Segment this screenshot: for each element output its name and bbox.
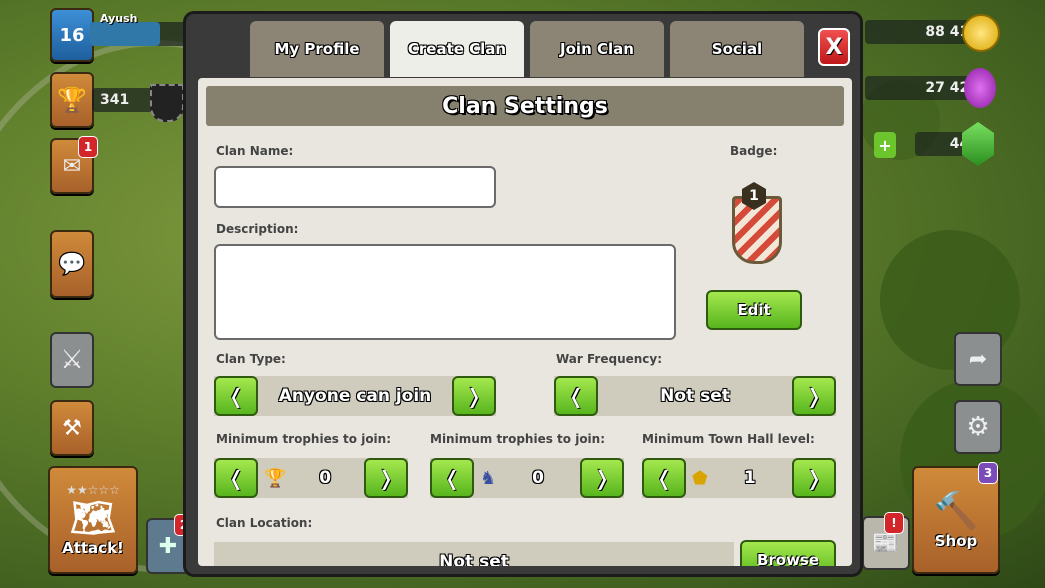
trophy-icon: 🏆 — [264, 467, 287, 489]
league-shield-icon — [150, 84, 184, 122]
builder-count-badge: 3 — [978, 462, 998, 484]
min-town-hall-selector: ❬ ⬟ 1 ❭ — [642, 458, 836, 498]
close-button[interactable]: X — [818, 28, 850, 66]
trophy-icon: 🏆 — [57, 86, 87, 114]
attack-button[interactable]: ★★☆☆☆ 🗺 Attack! — [48, 466, 138, 574]
shield-plus-icon: ✚ — [158, 533, 178, 559]
mail-icon: ✉ — [62, 153, 82, 179]
share-layout-button[interactable]: ➦ — [954, 332, 1002, 386]
player-name: Ayush — [100, 12, 138, 25]
shop-label: Shop — [934, 532, 978, 550]
min-trophies-selector: ❬ 🏆 0 ❭ — [214, 458, 408, 498]
min-trophies-value: 0 — [319, 468, 332, 488]
trophy-count: 341 — [100, 92, 130, 108]
min-bb-trophies-next-button[interactable]: ❭ — [580, 458, 624, 498]
news-icon: 📰 — [872, 530, 900, 556]
news-badge: ! — [884, 512, 904, 534]
min-town-hall-label: Minimum Town Hall level: — [642, 432, 815, 446]
badge-label: Badge: — [730, 144, 778, 158]
clan-type-value: Anyone can join — [278, 386, 432, 406]
min-town-hall-next-button[interactable]: ❭ — [792, 458, 836, 498]
shop-icon: 🔨 — [933, 491, 979, 532]
min-bb-trophies-value: 0 — [532, 468, 544, 488]
clan-location-value: Not set — [439, 552, 509, 566]
attack-label: Attack! — [62, 539, 124, 557]
clan-modal: My Profile Create Clan Join Clan Social … — [186, 14, 860, 574]
war-frequency-prev-button[interactable]: ❬ — [554, 376, 598, 416]
clan-location-label: Clan Location: — [216, 516, 313, 530]
clan-location-selector: Not set — [214, 542, 734, 566]
tab-my-profile[interactable]: My Profile — [250, 21, 384, 77]
clan-name-label: Clan Name: — [216, 144, 294, 158]
xp-bar — [90, 22, 196, 46]
battle-button[interactable]: ⚔ — [50, 332, 94, 388]
town-hall-icon: ⬟ — [692, 467, 708, 489]
min-trophies-prev-button[interactable]: ❬ — [214, 458, 258, 498]
elixir-drop-icon — [964, 68, 996, 108]
builder-base-button[interactable]: ⚒ — [50, 400, 94, 456]
tab-bar: My Profile Create Clan Join Clan Social — [250, 21, 804, 77]
chat-icon: 💬 — [58, 251, 86, 277]
min-bb-trophies-selector: ❬ ♞ 0 ❭ — [430, 458, 624, 498]
war-frequency-label: War Frequency: — [556, 352, 663, 366]
mail-badge: 1 — [78, 136, 98, 158]
gear-icon: ⚙ — [966, 412, 990, 442]
tab-social[interactable]: Social — [670, 21, 804, 77]
clan-settings-panel: Clan Settings Clan Name: Description: Ba… — [198, 78, 852, 566]
edit-badge-button[interactable]: Edit — [706, 290, 802, 330]
description-label: Description: — [216, 222, 299, 236]
min-bb-trophies-label: Minimum trophies to join: — [430, 432, 606, 446]
player-level-badge[interactable]: 16 — [50, 8, 94, 62]
stars-icon: ★★☆☆☆ — [66, 483, 120, 497]
map-icon: 🗺 — [70, 498, 116, 539]
swords-icon: ⚔ — [60, 345, 84, 375]
war-frequency-selector: ❬ Not set ❭ — [554, 376, 836, 416]
trophy-button[interactable]: 🏆 — [50, 72, 94, 128]
gold-coin-icon — [962, 14, 1000, 52]
tab-join-clan[interactable]: Join Clan — [530, 21, 664, 77]
clan-type-selector: ❬ Anyone can join ❭ — [214, 376, 496, 416]
clan-name-input[interactable] — [214, 166, 496, 208]
clan-type-prev-button[interactable]: ❬ — [214, 376, 258, 416]
clan-type-next-button[interactable]: ❭ — [452, 376, 496, 416]
clan-type-label: Clan Type: — [216, 352, 286, 366]
builder-icon: ⚒ — [62, 415, 82, 441]
min-trophies-label: Minimum trophies to join: — [216, 432, 392, 446]
min-town-hall-value: 1 — [743, 468, 756, 488]
tab-create-clan[interactable]: Create Clan — [390, 21, 524, 77]
gem-add-button[interactable]: + — [874, 132, 896, 158]
gem-icon — [962, 122, 994, 166]
war-frequency-next-button[interactable]: ❭ — [792, 376, 836, 416]
min-town-hall-prev-button[interactable]: ❬ — [642, 458, 686, 498]
share-icon: ➦ — [968, 346, 988, 372]
browse-location-button[interactable]: Browse — [740, 540, 836, 566]
panel-title: Clan Settings — [206, 86, 844, 126]
player-level: 16 — [59, 24, 85, 46]
min-bb-trophies-prev-button[interactable]: ❬ — [430, 458, 474, 498]
chat-button[interactable]: 💬 — [50, 230, 94, 298]
description-input[interactable] — [214, 244, 676, 340]
versus-trophy-icon: ♞ — [480, 467, 497, 489]
war-frequency-value: Not set — [660, 386, 730, 406]
settings-button[interactable]: ⚙ — [954, 400, 1002, 454]
min-trophies-next-button[interactable]: ❭ — [364, 458, 408, 498]
